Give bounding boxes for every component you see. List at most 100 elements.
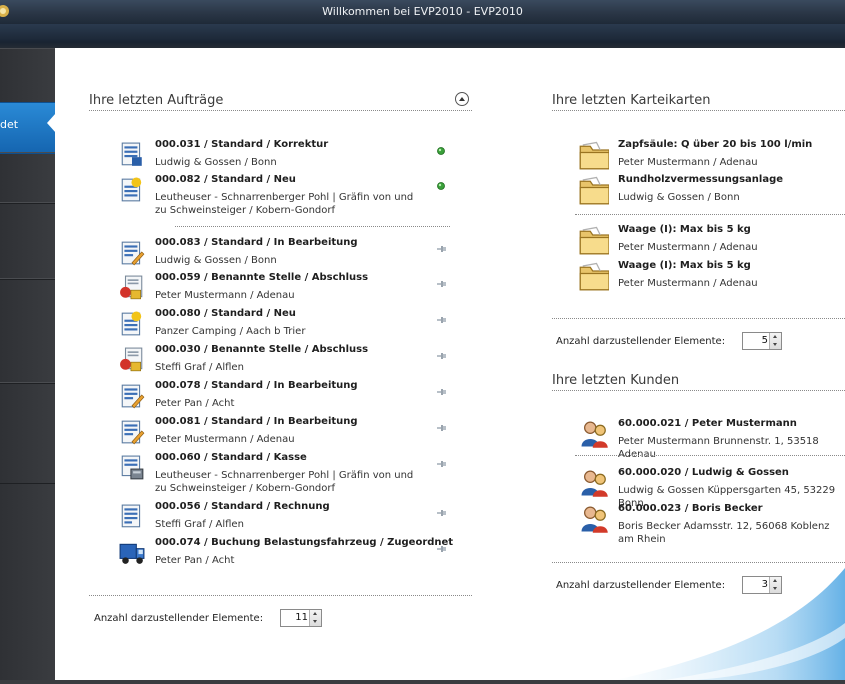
item-title: 60.000.020 / Ludwig & Gossen [618,467,789,478]
item-subtitle: Steffi Graf / Alflen [155,519,244,530]
green-dot-icon[interactable] [435,142,447,161]
document-new-icon [119,311,145,341]
spinner-arrows-icon[interactable] [309,610,321,626]
item-title: 000.060 / Standard / Kasse [155,452,307,463]
main-content: Ihre letzten Aufträge 000.031 / Standard… [55,48,845,680]
customers-section-title: Ihre letzten Kunden [552,373,680,388]
pin-icon[interactable] [435,455,447,474]
sidebar-item-6[interactable] [0,382,55,484]
users-icon [579,468,609,502]
folder-icon [579,225,610,259]
pin-icon[interactable] [435,419,447,438]
customers-title-separator [552,390,845,391]
item-title: Zapfsäule: Q über 20 bis 100 l/min [618,139,813,150]
sidebar-item-5[interactable] [0,278,55,384]
item-title: 000.078 / Standard / In Bearbeitung [155,380,358,391]
customers-footer-separator [552,562,845,563]
item-subtitle: Peter Mustermann / Adenau [618,278,758,289]
item-title: 60.000.023 / Boris Becker [618,503,763,514]
item-subtitle: Leutheuser - Schnarrenberger Pohl | Gräf… [155,192,414,216]
customers-count-spinner[interactable]: 3 [742,576,782,594]
pin-icon[interactable] [435,347,447,366]
folder-icon [579,140,610,174]
document-new-icon [119,177,145,207]
pin-icon[interactable] [435,504,447,523]
orders-section-title: Ihre letzten Aufträge [89,93,224,108]
item-title: 000.074 / Buchung Belastungsfahrzeug / Z… [155,537,454,548]
sidebar: det [0,48,55,684]
cards-section-title: Ihre letzten Karteikarten [552,93,711,108]
item-title: 000.030 / Benannte Stelle / Abschluss [155,344,369,355]
item-subtitle: Ludwig & Gossen / Bonn [155,157,277,168]
document-edit-icon [119,383,145,413]
sidebar-item-1[interactable] [0,48,55,104]
pin-icon[interactable] [435,311,447,330]
document-lock-icon [119,275,145,305]
customers-group-separator [575,455,845,456]
sidebar-item-3[interactable] [0,152,55,204]
item-subtitle: Peter Mustermann / Adenau [155,434,295,445]
document-lock-icon [119,347,145,377]
sidebar-item-label: det [0,118,19,131]
orders-group-separator [175,226,450,227]
item-title: Rundholzvermessungsanlage [618,174,784,185]
item-title: 60.000.021 / Peter Mustermann [618,418,797,429]
orders-count-label: Anzahl darzustellender Elemente: [94,613,264,624]
pin-icon[interactable] [435,275,447,294]
document-edit-icon [119,419,145,449]
bottom-bar [0,680,845,684]
item-subtitle: Ludwig & Gossen / Bonn [618,192,740,203]
item-subtitle: Steffi Graf / Alflen [155,362,244,373]
item-subtitle: Peter Mustermann / Adenau [155,290,295,301]
spinner-arrows-icon[interactable] [769,577,781,593]
folder-icon [579,175,610,209]
cards-footer-separator [552,318,845,319]
cards-group-separator [575,214,845,215]
collapse-button[interactable] [455,92,469,106]
users-icon [579,504,609,538]
cards-count-spinner[interactable]: 5 [742,332,782,350]
item-title: 000.031 / Standard / Korrektur [155,139,329,150]
document-invoice-icon [119,504,145,534]
pin-icon[interactable] [435,540,447,559]
item-subtitle: Peter Pan / Acht [155,555,235,566]
window-title: Willkommen bei EVP2010 - EVP2010 [322,5,523,18]
orders-count-spinner[interactable]: 11 [280,609,322,627]
folder-icon [579,261,610,295]
item-title: 000.059 / Benannte Stelle / Abschluss [155,272,369,283]
item-subtitle: Boris Becker Adamsstr. 12, 56068 Koblenz… [618,521,830,545]
item-title: 000.056 / Standard / Rechnung [155,501,330,512]
item-subtitle: Peter Mustermann / Adenau [618,157,758,168]
document-list-icon [119,142,145,172]
item-subtitle: Leutheuser - Schnarrenberger Pohl | Gräf… [155,470,414,494]
pin-icon[interactable] [435,383,447,402]
cards-count-value: 5 [761,335,768,346]
users-icon [579,419,609,453]
item-subtitle: Ludwig & Gossen / Bonn [155,255,277,266]
item-title: 000.081 / Standard / In Bearbeitung [155,416,358,427]
item-subtitle: Panzer Camping / Aach b Trier [155,326,306,337]
item-title: Waage (I): Max bis 5 kg [618,224,751,235]
orders-count-value: 11 [295,612,308,623]
cards-count-label: Anzahl darzustellender Elemente: [556,336,726,347]
orders-footer-separator [89,595,472,596]
item-title: Waage (I): Max bis 5 kg [618,260,751,271]
customers-count-value: 3 [761,579,768,590]
item-subtitle: Peter Mustermann / Adenau [618,242,758,253]
sidebar-item-4[interactable] [0,202,55,280]
customers-count-label: Anzahl darzustellender Elemente: [556,580,726,591]
item-title: 000.080 / Standard / Neu [155,308,296,319]
document-register-icon [119,455,145,485]
pin-icon[interactable] [435,240,447,259]
item-subtitle: Peter Mustermann Brunnenstr. 1, 53518 Ad… [618,436,819,460]
green-dot-icon[interactable] [435,177,447,196]
ribbon-bar [0,24,845,48]
cards-title-separator [552,110,845,111]
title-bar: Willkommen bei EVP2010 - EVP2010 [0,0,845,24]
spinner-arrows-icon[interactable] [769,333,781,349]
document-edit-icon [119,240,145,270]
item-title: 000.083 / Standard / In Bearbeitung [155,237,358,248]
truck-icon [119,540,145,570]
orders-title-separator [89,110,472,111]
item-title: 000.082 / Standard / Neu [155,174,296,185]
